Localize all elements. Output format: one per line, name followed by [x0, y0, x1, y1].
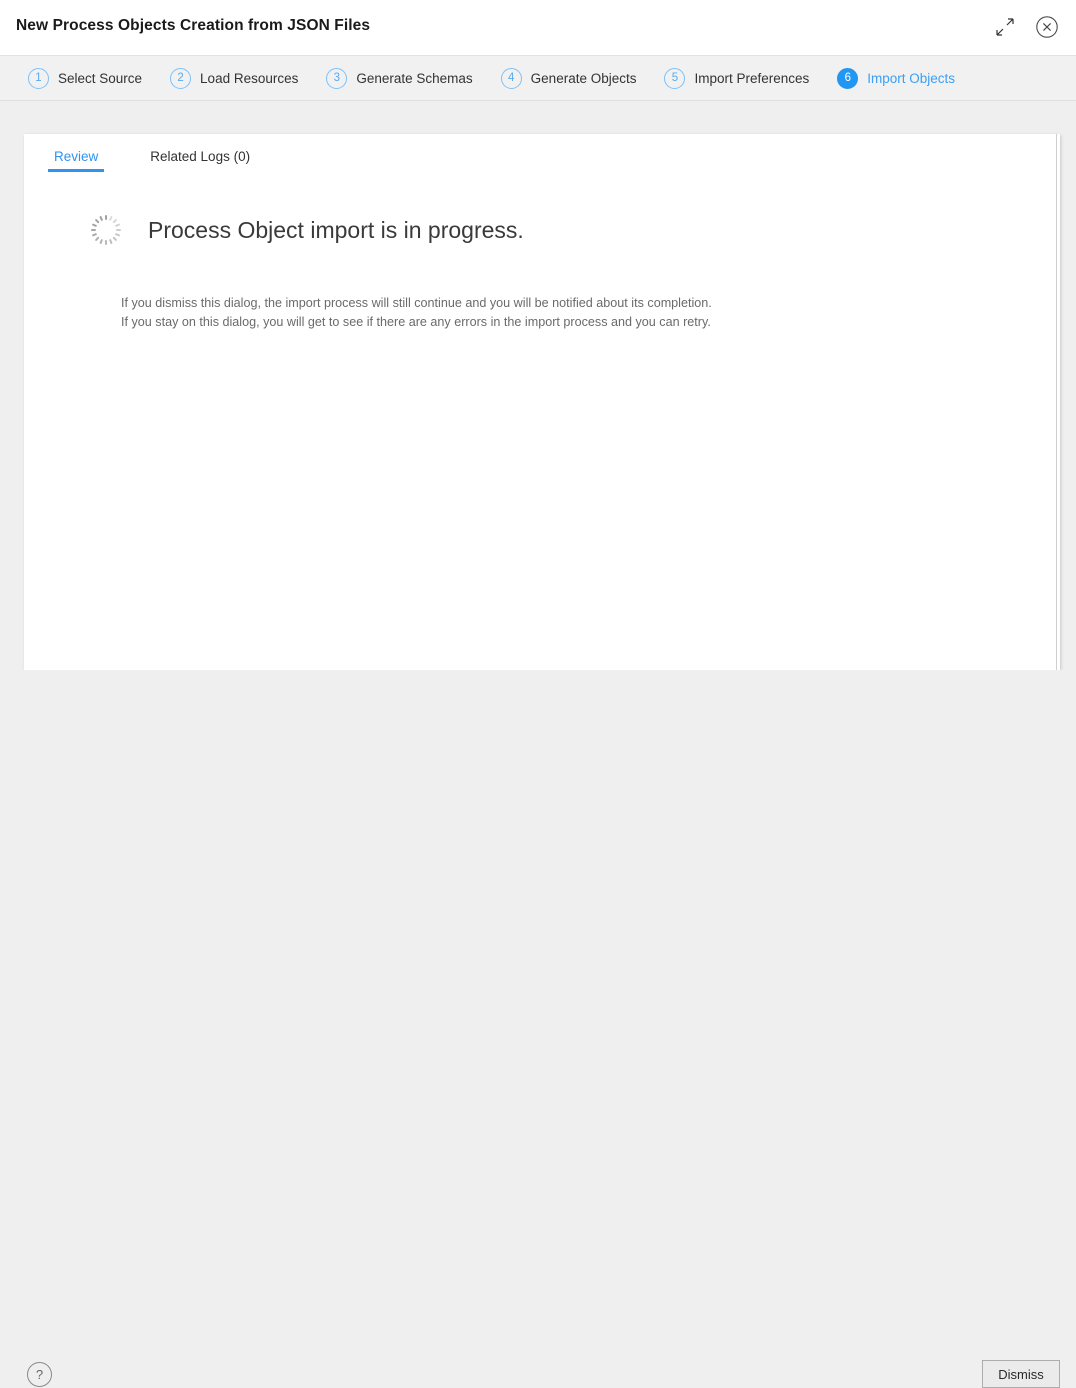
wizard-step-6-label: Import Objects: [867, 70, 956, 86]
import-description: If you dismiss this dialog, the import p…: [121, 294, 712, 332]
tab-review[interactable]: Review: [47, 145, 105, 172]
title-bar-actions: [990, 12, 1062, 42]
page-title: New Process Objects Creation from JSON F…: [16, 17, 371, 34]
wizard-step-5[interactable]: 5 Import Preferences: [664, 67, 810, 89]
wizard-step-3[interactable]: 3 Generate Schemas: [326, 67, 473, 89]
wizard-step-2[interactable]: 2 Load Resources: [170, 67, 299, 89]
expand-diagonal-icon[interactable]: [990, 12, 1020, 42]
wizard-step-3-label: Generate Schemas: [356, 70, 473, 86]
wizard-step-6[interactable]: 6 Import Objects: [837, 67, 956, 89]
help-circle-icon[interactable]: ?: [27, 1362, 52, 1387]
content-card: Review Related Logs (0) Process Object i…: [24, 134, 1060, 670]
import-description-line-2: If you stay on this dialog, you will get…: [121, 315, 711, 329]
loading-spinner-icon: [86, 210, 126, 250]
wizard-step-2-number: 2: [170, 67, 192, 89]
wizard-step-bar: 1 Select Source 2 Load Resources 3 Gener…: [0, 56, 1076, 101]
wizard-step-1-label: Select Source: [58, 70, 143, 86]
tab-related-logs[interactable]: Related Logs (0): [148, 145, 252, 172]
wizard-step-6-number: 6: [837, 67, 859, 89]
import-description-line-1: If you dismiss this dialog, the import p…: [121, 296, 712, 310]
wizard-step-3-number: 3: [326, 67, 348, 89]
dialog-footer: ? Dismiss: [0, 670, 1076, 1388]
wizard-step-5-number: 5: [664, 67, 686, 89]
wizard-step-4-number: 4: [500, 67, 522, 89]
wizard-step-5-label: Import Preferences: [694, 70, 810, 86]
import-status-row: Process Object import is in progress.: [86, 210, 524, 250]
wizard-step-1[interactable]: 1 Select Source: [28, 67, 143, 89]
wizard-step-4[interactable]: 4 Generate Objects: [500, 67, 637, 89]
dialog-title-bar: New Process Objects Creation from JSON F…: [0, 0, 1076, 56]
tab-bar: Review Related Logs (0): [47, 145, 300, 172]
wizard-step-2-label: Load Resources: [200, 70, 299, 86]
wizard-step-4-label: Generate Objects: [530, 70, 637, 86]
import-status-heading: Process Object import is in progress.: [148, 216, 524, 243]
dismiss-button[interactable]: Dismiss: [982, 1360, 1060, 1388]
close-circle-icon[interactable]: [1032, 12, 1062, 42]
wizard-step-1-number: 1: [28, 67, 49, 89]
vertical-scrollbar[interactable]: [1056, 134, 1060, 670]
